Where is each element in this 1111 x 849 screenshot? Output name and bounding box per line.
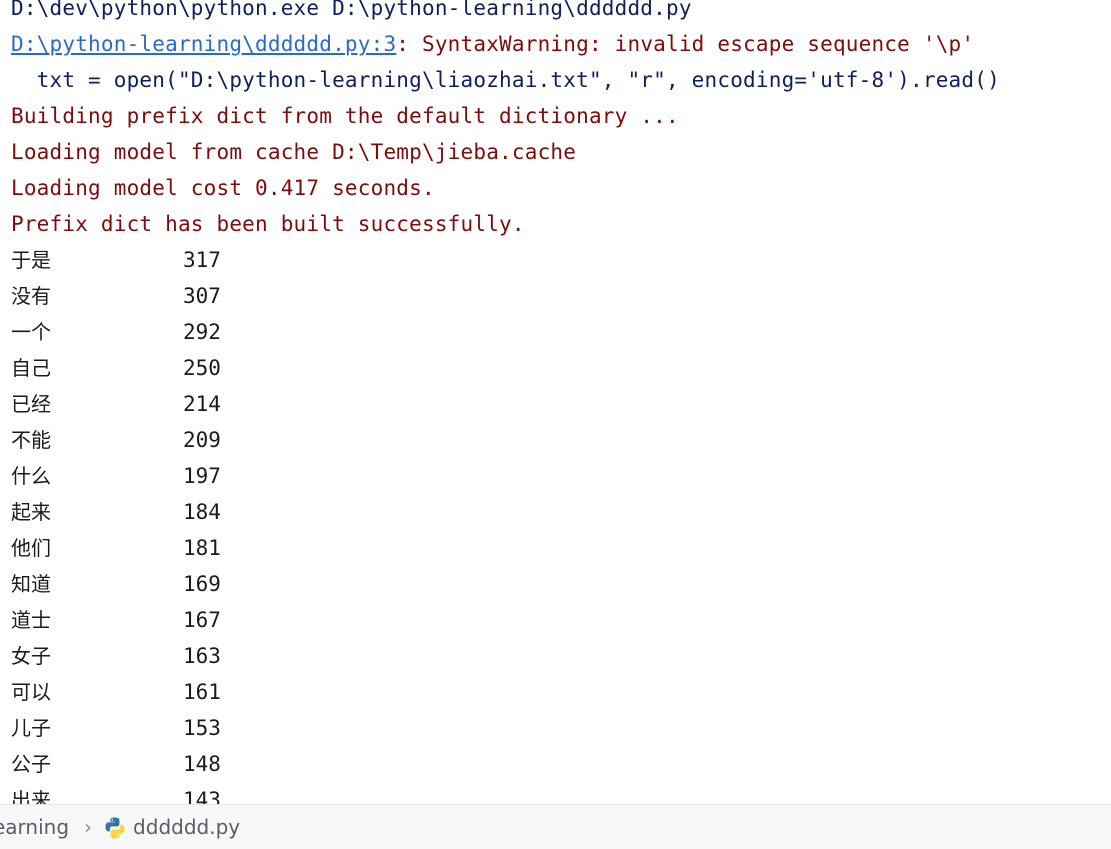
- word-text: 女子: [11, 644, 51, 668]
- warning-source-link[interactable]: D:\python-learning\dddddd.py:3: [11, 32, 396, 56]
- word-count-value: 197: [183, 464, 221, 488]
- word-count-row: 可以 161: [11, 674, 1111, 710]
- word-count-row: 于是 317: [11, 242, 1111, 278]
- word-count-row: 道士 167: [11, 602, 1111, 638]
- word-count-value: 181: [183, 536, 221, 560]
- jieba-message: Building prefix dict from the default di…: [11, 104, 679, 128]
- word-count-row: 起来 184: [11, 494, 1111, 530]
- word-count-row: 公子 148: [11, 746, 1111, 782]
- word-count-value: 169: [183, 572, 221, 596]
- chevron-right-icon: ›: [84, 815, 93, 839]
- word-count-value: 143: [183, 788, 221, 804]
- word-count-value: 317: [183, 248, 221, 272]
- jieba-message: Loading model from cache D:\Temp\jieba.c…: [11, 140, 577, 164]
- syntax-warning-line: D:\python-learning\dddddd.py:3: SyntaxWa…: [11, 26, 1111, 62]
- navigation-breadcrumb-bar: earning › dddddd.py: [0, 804, 1111, 849]
- word-count-value: 307: [183, 284, 221, 308]
- word-text: 儿子: [11, 716, 51, 740]
- breadcrumb-folder[interactable]: earning: [0, 815, 69, 839]
- word-text: 知道: [11, 572, 51, 596]
- word-text: 道士: [11, 608, 51, 632]
- warning-source-line: txt = open("D:\python-learning\liaozhai.…: [11, 68, 1000, 92]
- warning-message: : SyntaxWarning: invalid escape sequence…: [396, 32, 975, 56]
- word-count-row: 儿子 153: [11, 710, 1111, 746]
- word-count-row: 一个 292: [11, 314, 1111, 350]
- word-count-value: 148: [183, 752, 221, 776]
- console-lines: D:\dev\python\python.exe D:\python-learn…: [11, 0, 1111, 804]
- word-text: 可以: [11, 680, 51, 704]
- word-count-row: 什么 197: [11, 458, 1111, 494]
- python-icon: [103, 816, 127, 840]
- word-text: 起来: [11, 500, 51, 524]
- word-count-value: 167: [183, 608, 221, 632]
- word-count-row: 不能 209: [11, 422, 1111, 458]
- word-count-row: 知道 169: [11, 566, 1111, 602]
- word-count-row: 没有 307: [11, 278, 1111, 314]
- word-count-value: 292: [183, 320, 221, 344]
- word-text: 于是: [11, 248, 51, 272]
- word-text: 不能: [11, 428, 51, 452]
- word-count-row: 出来 143: [11, 782, 1111, 804]
- word-text: 没有: [11, 284, 51, 308]
- word-text: 一个: [11, 320, 51, 344]
- word-count-value: 209: [183, 428, 221, 452]
- word-count-value: 250: [183, 356, 221, 380]
- word-count-value: 163: [183, 644, 221, 668]
- word-count-value: 184: [183, 500, 221, 524]
- word-count-row: 已经 214: [11, 386, 1111, 422]
- command-line: D:\dev\python\python.exe D:\python-learn…: [11, 0, 692, 20]
- word-count-value: 214: [183, 392, 221, 416]
- word-count-value: 153: [183, 716, 221, 740]
- word-count-row: 自己 250: [11, 350, 1111, 386]
- word-text: 出来: [11, 788, 51, 804]
- word-text: 什么: [11, 464, 51, 488]
- word-count-list: 于是 317 没有 307 一个 292 自己 250 已经 214 不能 209 什么 197 起来 184…: [11, 242, 1111, 804]
- word-text: 自己: [11, 356, 51, 380]
- run-console-output[interactable]: D:\dev\python\python.exe D:\python-learn…: [0, 0, 1111, 804]
- word-count-row: 女子 163: [11, 638, 1111, 674]
- jieba-message: Prefix dict has been built successfully.: [11, 212, 525, 236]
- word-text: 已经: [11, 392, 51, 416]
- word-text: 公子: [11, 752, 51, 776]
- word-count-row: 他们 181: [11, 530, 1111, 566]
- jieba-message: Loading model cost 0.417 seconds.: [11, 176, 435, 200]
- word-count-value: 161: [183, 680, 221, 704]
- breadcrumb-file[interactable]: dddddd.py: [133, 815, 240, 839]
- word-text: 他们: [11, 536, 51, 560]
